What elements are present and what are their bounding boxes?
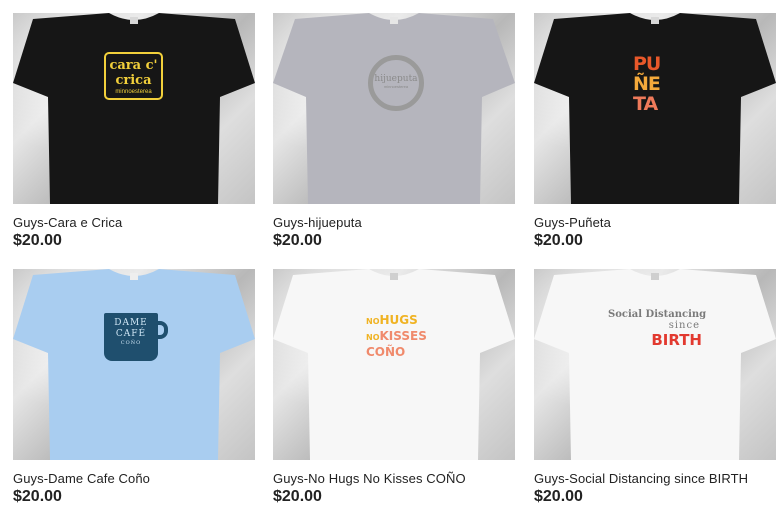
product-title[interactable]: Guys-No Hugs No Kisses COÑO bbox=[273, 471, 466, 486]
tshirt-shape bbox=[13, 269, 255, 460]
shirt-print: Social Distancing since BIRTH bbox=[608, 309, 707, 349]
tshirt-image bbox=[534, 269, 776, 460]
product-card[interactable]: cara c' crica minnoesterea Guys-Cara e C… bbox=[13, 13, 255, 249]
product-image[interactable]: Social Distancing since BIRTH bbox=[534, 269, 776, 460]
tshirt-image bbox=[13, 13, 255, 204]
product-image[interactable]: cara c' crica minnoesterea bbox=[13, 13, 255, 204]
product-card[interactable]: NOHUGS NOKISSES COÑO Guys-No Hugs No Kis… bbox=[273, 269, 515, 505]
product-card[interactable]: DAME CAFÉ COÑO Guys-Dame Cafe Coño $20.0… bbox=[13, 269, 255, 505]
product-title[interactable]: Guys-Puñeta bbox=[534, 215, 611, 230]
product-card[interactable]: Social Distancing since BIRTH Guys-Socia… bbox=[534, 269, 776, 505]
product-title[interactable]: Guys-Social Distancing since BIRTH bbox=[534, 471, 748, 486]
product-price: $20.00 bbox=[13, 232, 62, 249]
tshirt-shape bbox=[13, 13, 255, 204]
tshirt-image bbox=[273, 269, 515, 460]
shirt-print: hijueputa minnoesterea bbox=[368, 55, 424, 111]
product-title[interactable]: Guys-Dame Cafe Coño bbox=[13, 471, 150, 486]
product-image[interactable]: PU ÑE TA bbox=[534, 13, 776, 204]
shirt-print: NOHUGS NOKISSES COÑO bbox=[366, 313, 427, 359]
product-price: $20.00 bbox=[273, 488, 322, 505]
product-price: $20.00 bbox=[13, 488, 62, 505]
product-title[interactable]: Guys-Cara e Crica bbox=[13, 215, 122, 230]
shirt-print: PU ÑE TA bbox=[633, 53, 661, 115]
product-title[interactable]: Guys-hijueputa bbox=[273, 215, 362, 230]
tshirt-shape bbox=[273, 269, 515, 460]
product-card[interactable]: PU ÑE TA Guys-Puñeta $20.00 bbox=[534, 13, 776, 249]
shirt-print: DAME CAFÉ COÑO bbox=[104, 313, 158, 361]
product-price: $20.00 bbox=[534, 488, 583, 505]
tshirt-shape bbox=[534, 269, 776, 460]
shirt-print: cara c' crica minnoesterea bbox=[104, 52, 163, 100]
product-image[interactable]: NOHUGS NOKISSES COÑO bbox=[273, 269, 515, 460]
product-image[interactable]: hijueputa minnoesterea bbox=[273, 13, 515, 204]
product-price: $20.00 bbox=[273, 232, 322, 249]
product-price: $20.00 bbox=[534, 232, 583, 249]
product-image[interactable]: DAME CAFÉ COÑO bbox=[13, 269, 255, 460]
product-card[interactable]: hijueputa minnoesterea Guys-hijueputa $2… bbox=[273, 13, 515, 249]
tshirt-image bbox=[13, 269, 255, 460]
